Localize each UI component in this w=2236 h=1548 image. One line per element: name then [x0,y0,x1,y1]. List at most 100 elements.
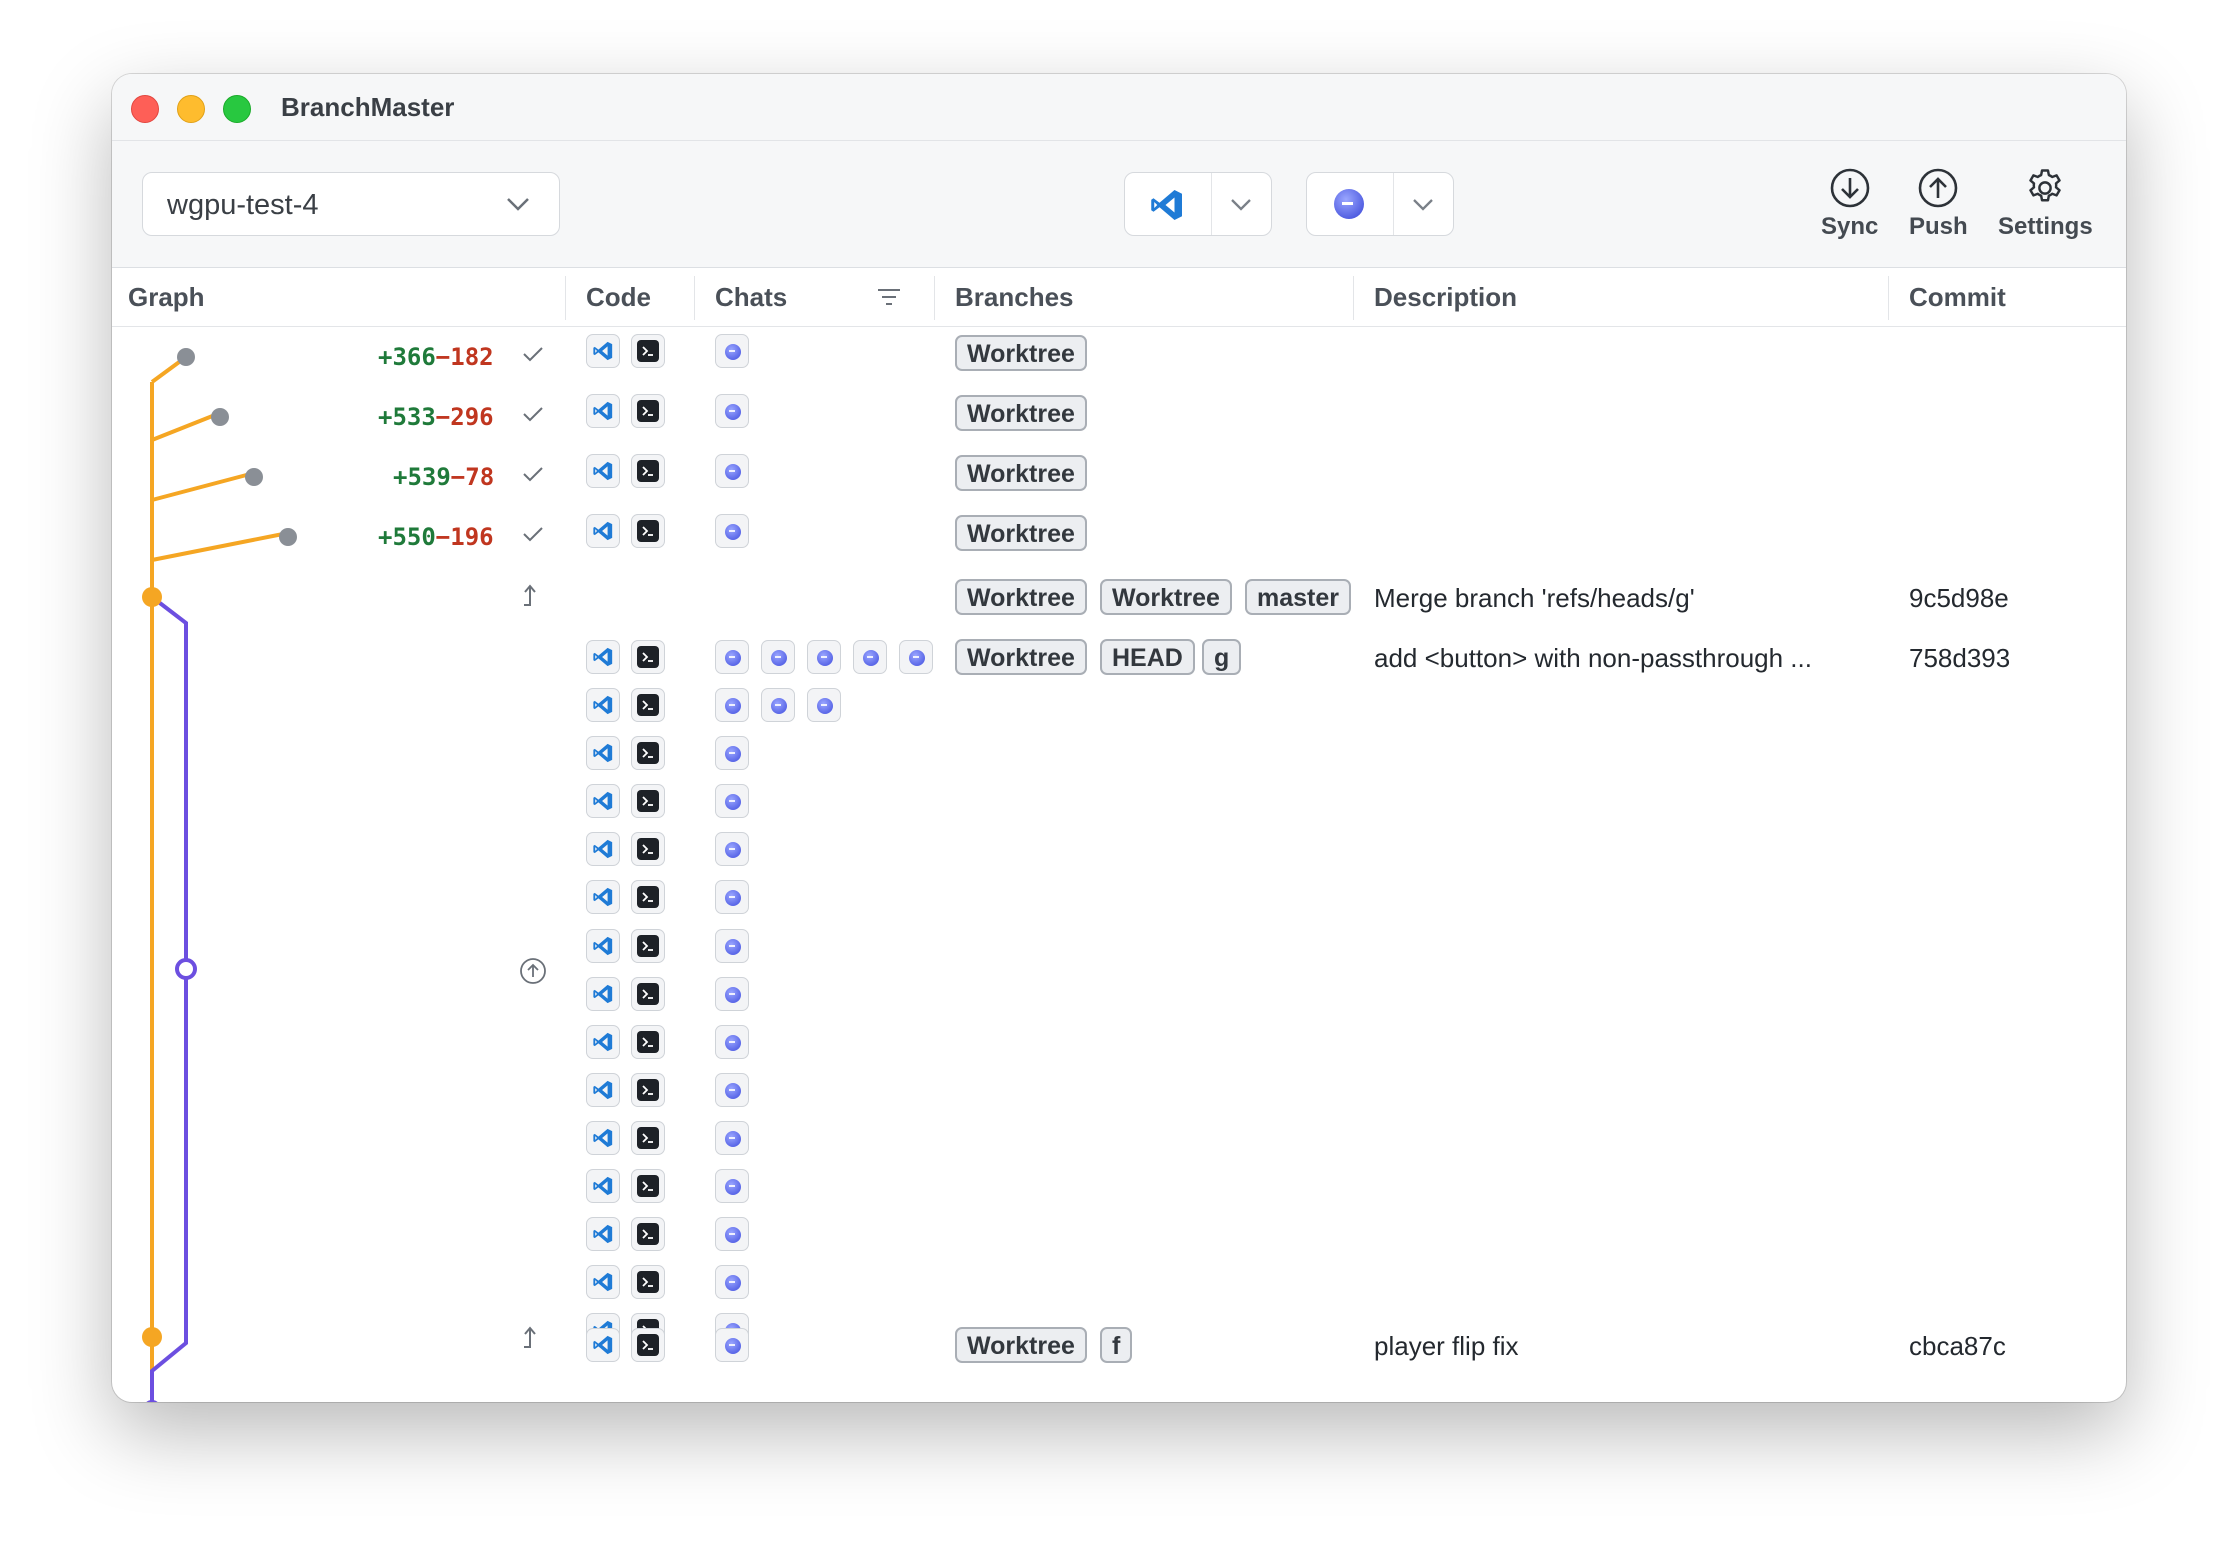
open-terminal-button[interactable] [631,928,665,963]
open-terminal-button[interactable] [631,514,665,548]
branch-tag[interactable]: g [1202,639,1242,675]
open-in-vscode-button[interactable] [586,1169,620,1203]
worktree-node[interactable] [211,408,229,426]
open-in-vscode-button[interactable] [586,1120,620,1155]
editor-options-dropdown[interactable] [1211,173,1271,235]
column-header-branches[interactable]: Branches [955,282,1074,313]
open-in-vscode-button[interactable] [586,784,620,819]
open-terminal-button[interactable] [631,1217,665,1252]
open-in-vscode-button[interactable] [586,1024,620,1059]
open-in-vscode-button[interactable] [586,640,620,674]
worktree-node[interactable] [279,528,297,546]
open-chat-button[interactable] [899,640,933,674]
open-in-vscode-button[interactable] [586,454,620,488]
column-resize-handle[interactable] [694,276,695,320]
branch-tag[interactable]: Worktree [955,515,1087,551]
close-window-button[interactable] [131,95,159,123]
open-chat-button[interactable] [715,1120,749,1155]
open-chat-button[interactable] [715,688,749,722]
merge-commit-node[interactable] [142,587,162,607]
open-chat-button[interactable] [715,514,749,548]
branch-tag[interactable]: Worktree [955,455,1087,491]
filter-icon[interactable] [876,286,902,308]
open-terminal-button[interactable] [631,976,665,1011]
commit-hash[interactable]: 9c5d98e [1909,583,2009,614]
open-chat-button[interactable] [715,880,749,915]
settings-button[interactable]: Settings [1998,167,2093,241]
open-terminal-button[interactable] [631,1024,665,1059]
open-in-vscode-button[interactable] [586,688,620,722]
worktree-node[interactable] [177,348,195,366]
worktree-node[interactable] [245,468,263,486]
branch-tag[interactable]: Worktree [955,395,1087,431]
open-chat-button[interactable] [715,784,749,819]
zoom-window-button[interactable] [223,95,251,123]
open-in-vscode-button[interactable] [586,880,620,915]
column-resize-handle[interactable] [1353,276,1354,320]
sync-button[interactable]: Sync [1821,167,1878,241]
open-terminal-button[interactable] [631,784,665,819]
branch-tag[interactable]: Worktree [955,335,1087,371]
open-chat-button[interactable] [715,1169,749,1203]
arrow-up-circle-icon[interactable] [518,956,548,986]
open-terminal-button[interactable] [631,1265,665,1300]
open-chat-button[interactable] [715,1024,749,1059]
open-chat-button[interactable] [1307,173,1394,235]
open-chat-button[interactable] [715,976,749,1011]
open-in-vscode-button[interactable] [586,1265,620,1300]
open-terminal-button[interactable] [631,736,665,771]
open-chat-button[interactable] [715,832,749,867]
commit-node[interactable] [142,1327,162,1347]
column-header-description[interactable]: Description [1374,282,1517,313]
open-terminal-button[interactable] [631,1072,665,1107]
open-chat-button[interactable] [715,1217,749,1252]
open-in-vscode-button[interactable] [586,1328,620,1362]
open-chat-button[interactable] [761,640,795,674]
open-in-vscode-button[interactable] [586,1217,620,1252]
repository-select[interactable]: wgpu-test-4 [142,172,560,236]
branch-tag-head[interactable]: HEAD [1100,639,1195,675]
open-in-vscode-button[interactable] [586,736,620,771]
open-terminal-button[interactable] [631,1120,665,1155]
column-header-commit[interactable]: Commit [1909,282,2006,313]
commit-hash[interactable]: cbca87c [1909,1331,2006,1362]
open-chat-button[interactable] [715,736,749,771]
branch-tag[interactable]: f [1100,1327,1133,1363]
open-in-vscode-button[interactable] [586,976,620,1011]
branch-tag-master[interactable]: master [1245,579,1351,615]
open-chat-button[interactable] [715,1265,749,1300]
minimize-window-button[interactable] [177,95,205,123]
commit-hash[interactable]: 758d393 [1909,643,2010,674]
open-in-vscode-button[interactable] [586,832,620,867]
branch-tag[interactable]: Worktree [1100,579,1232,615]
open-in-vscode-button[interactable] [1125,173,1212,235]
uncommitted-node[interactable] [175,958,197,980]
open-terminal-button[interactable] [631,688,665,722]
branch-tag[interactable]: Worktree [955,1327,1087,1363]
column-resize-handle[interactable] [934,276,935,320]
open-chat-button[interactable] [761,688,795,722]
column-resize-handle[interactable] [565,276,566,320]
open-chat-button[interactable] [715,454,749,488]
open-chat-button[interactable] [715,928,749,963]
open-in-vscode-button[interactable] [586,928,620,963]
open-terminal-button[interactable] [631,832,665,867]
open-chat-button[interactable] [853,640,887,674]
open-in-vscode-button[interactable] [586,334,620,368]
column-resize-handle[interactable] [1888,276,1889,320]
commit-node[interactable] [143,1400,161,1402]
open-terminal-button[interactable] [631,640,665,674]
open-chat-button[interactable] [715,1072,749,1107]
chat-options-dropdown[interactable] [1393,173,1453,235]
column-header-code[interactable]: Code [586,282,651,313]
open-terminal-button[interactable] [631,1169,665,1203]
open-terminal-button[interactable] [631,394,665,428]
open-terminal-button[interactable] [631,880,665,915]
open-chat-button[interactable] [715,640,749,674]
open-terminal-button[interactable] [631,454,665,488]
open-in-vscode-button[interactable] [586,1072,620,1107]
open-chat-button[interactable] [715,334,749,368]
open-chat-button[interactable] [715,394,749,428]
branch-tag[interactable]: Worktree [955,579,1087,615]
open-chat-button[interactable] [715,1328,749,1362]
